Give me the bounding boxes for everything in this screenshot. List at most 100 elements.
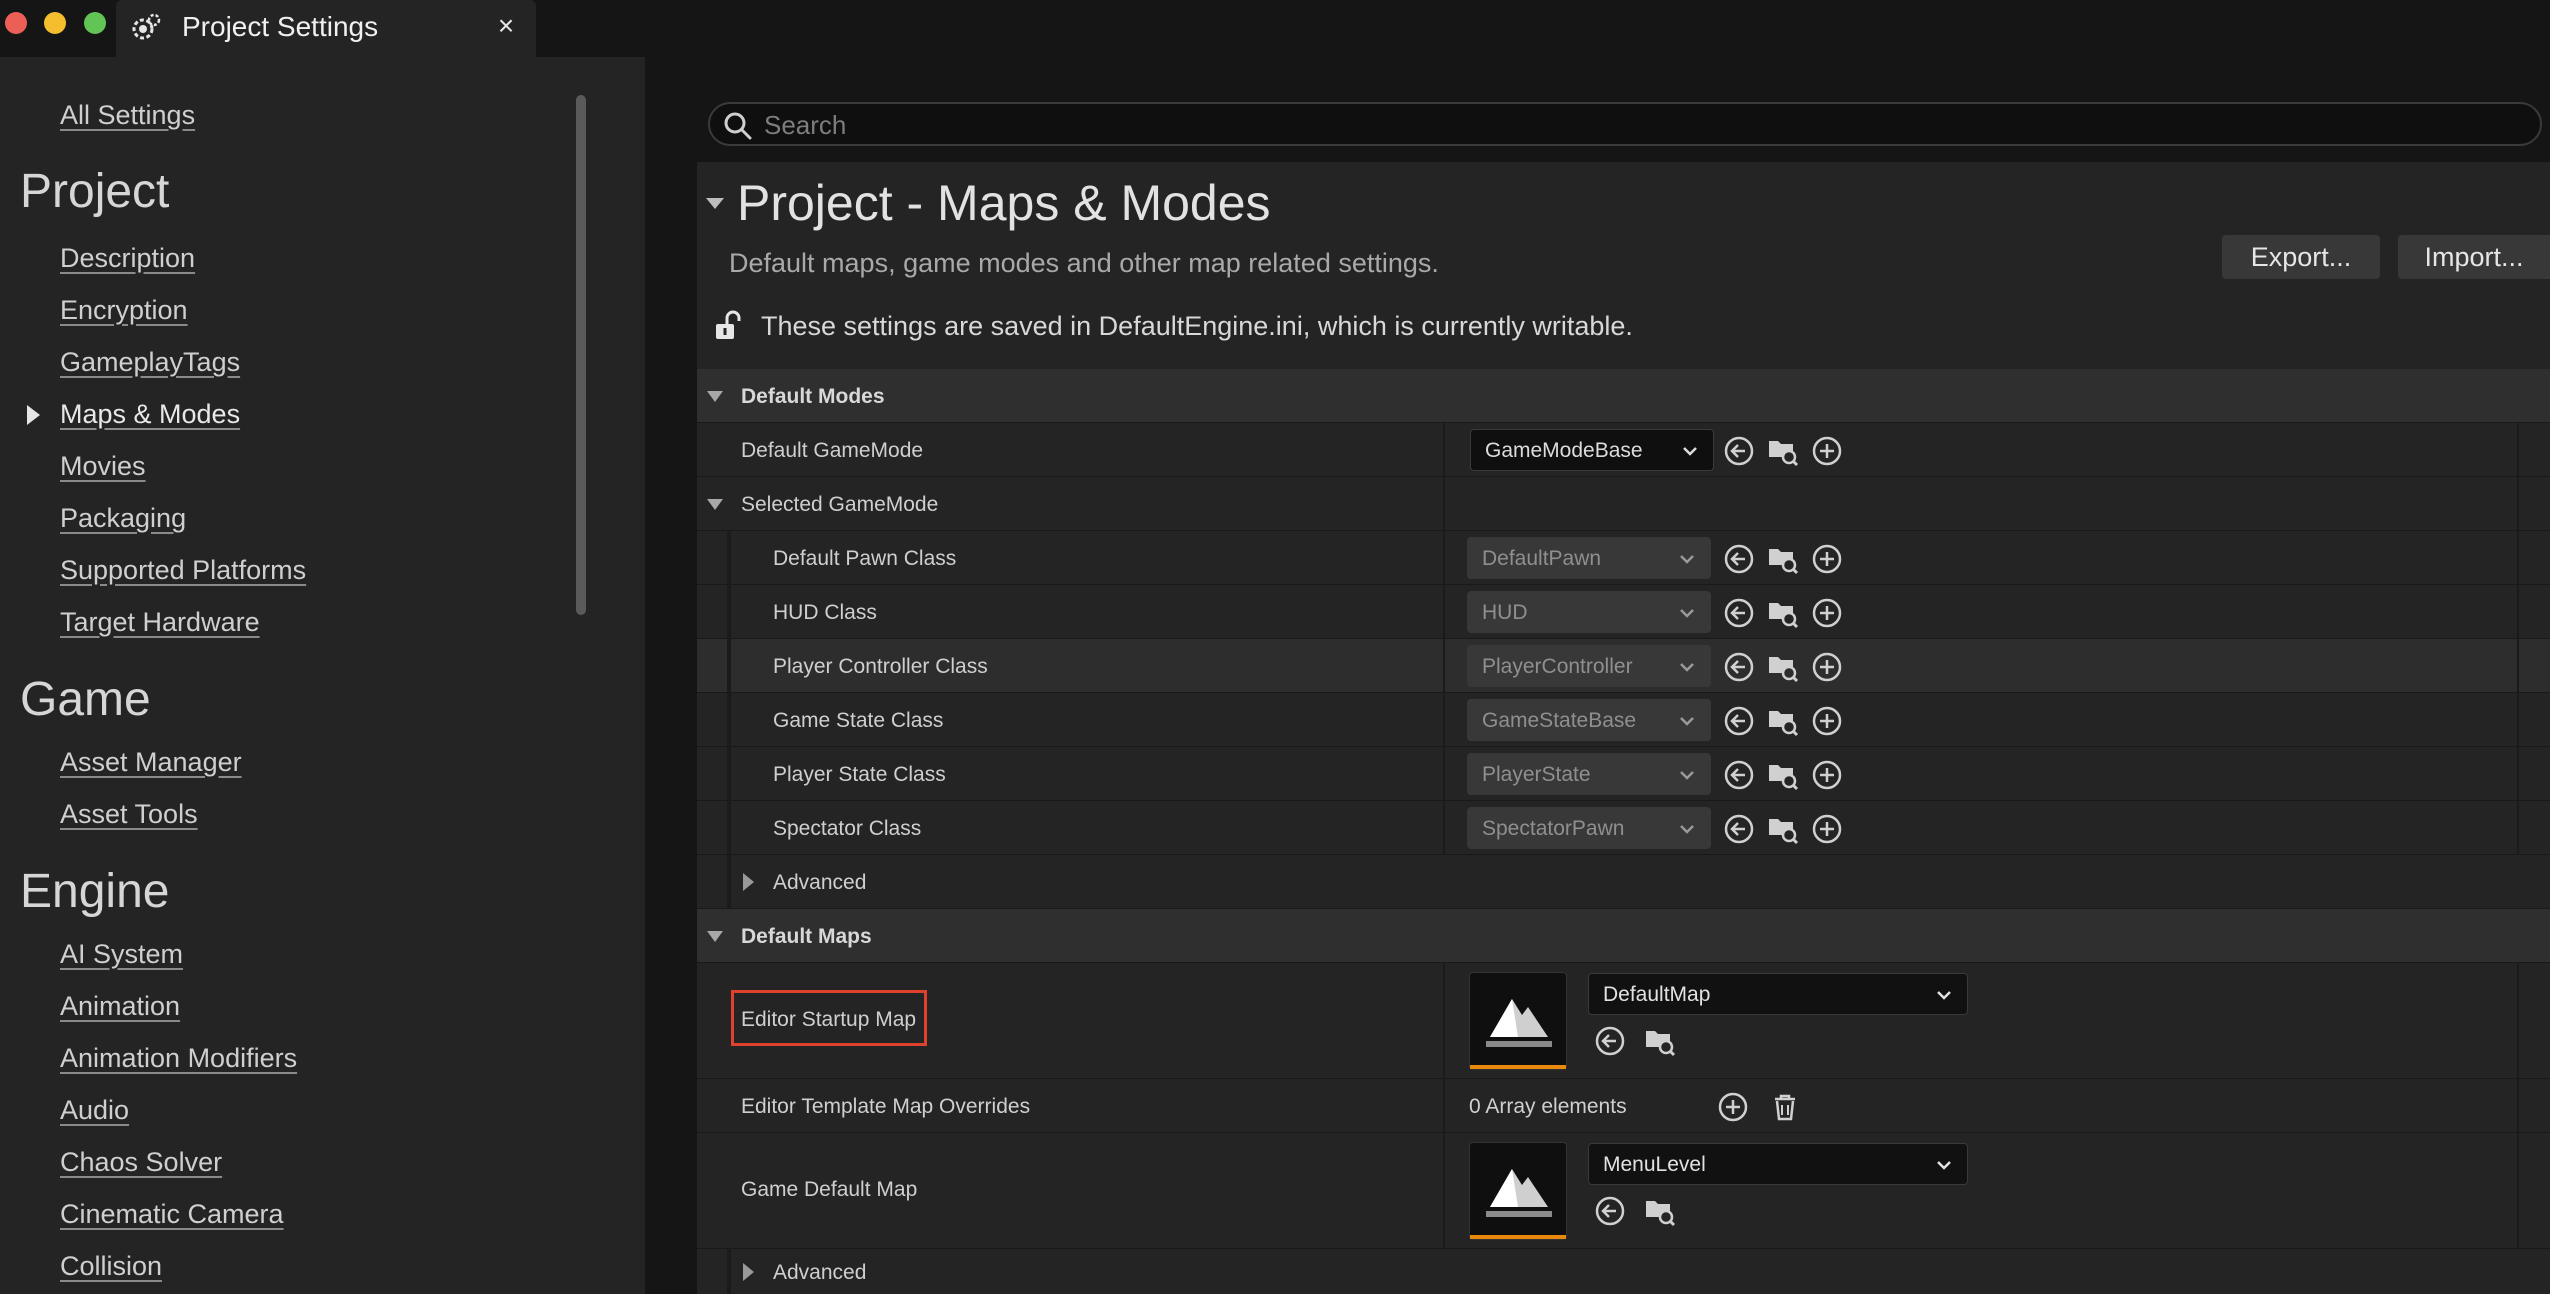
property-row-game-state-class: Game State Class GameStateBase bbox=[697, 693, 2550, 747]
page-title: Project - Maps & Modes bbox=[737, 175, 1271, 231]
browse-folder-icon[interactable] bbox=[1767, 651, 1799, 683]
sidebar-item-asset-tools[interactable]: Asset Tools bbox=[60, 799, 198, 830]
use-selected-arrow-icon[interactable] bbox=[1723, 759, 1755, 791]
use-selected-arrow-icon[interactable] bbox=[1723, 705, 1755, 737]
chevron-down-icon bbox=[1683, 447, 1697, 456]
sidebar-item-supported-platforms[interactable]: Supported Platforms bbox=[60, 555, 306, 586]
chevron-down-icon bbox=[1937, 991, 1951, 1000]
sidebar-item-asset-manager[interactable]: Asset Manager bbox=[60, 747, 242, 778]
sidebar-item-description[interactable]: Description bbox=[60, 243, 195, 274]
property-row-default-pawn-class: Default Pawn Class DefaultPawn bbox=[697, 531, 2550, 585]
sidebar-section-game: Game bbox=[20, 673, 151, 726]
browse-folder-icon[interactable] bbox=[1767, 543, 1799, 575]
use-selected-arrow-icon[interactable] bbox=[1594, 1195, 1626, 1227]
property-label: Default Pawn Class bbox=[773, 547, 957, 570]
add-new-icon[interactable] bbox=[1811, 597, 1843, 629]
map-thumbnail[interactable] bbox=[1469, 1142, 1567, 1240]
spectator-class-dropdown[interactable]: SpectatorPawn bbox=[1467, 807, 1711, 849]
section-default-modes[interactable]: Default Modes bbox=[697, 369, 2550, 423]
config-file-notice: These settings are saved in DefaultEngin… bbox=[761, 311, 1633, 341]
property-label: Spectator Class bbox=[773, 817, 922, 840]
browse-folder-icon[interactable] bbox=[1767, 759, 1799, 791]
browse-folder-icon[interactable] bbox=[1767, 435, 1799, 467]
sidebar-item-packaging[interactable]: Packaging bbox=[60, 503, 186, 534]
browse-folder-icon[interactable] bbox=[1644, 1025, 1676, 1057]
browse-folder-icon[interactable] bbox=[1767, 813, 1799, 845]
property-label: Player State Class bbox=[773, 763, 946, 786]
expand-selected-gamemode-icon[interactable] bbox=[707, 499, 723, 510]
add-new-icon[interactable] bbox=[1811, 435, 1843, 467]
search-input[interactable] bbox=[764, 108, 2464, 142]
game-state-class-dropdown[interactable]: GameStateBase bbox=[1467, 699, 1711, 741]
use-selected-arrow-icon[interactable] bbox=[1723, 435, 1755, 467]
default-gamemode-dropdown[interactable]: GameModeBase bbox=[1470, 429, 1714, 471]
use-selected-arrow-icon[interactable] bbox=[1723, 597, 1755, 629]
property-label: HUD Class bbox=[773, 601, 877, 624]
dropdown-value: HUD bbox=[1482, 601, 1528, 624]
default-pawn-class-dropdown[interactable]: DefaultPawn bbox=[1467, 537, 1711, 579]
expand-default-maps-icon[interactable] bbox=[707, 931, 723, 942]
player-state-class-dropdown[interactable]: PlayerState bbox=[1467, 753, 1711, 795]
settings-search-box[interactable] bbox=[708, 102, 2542, 146]
property-row-selected-gamemode[interactable]: Selected GameMode bbox=[697, 477, 2550, 531]
trash-icon[interactable] bbox=[1769, 1091, 1801, 1123]
tab-project-settings[interactable]: Project Settings × bbox=[116, 0, 536, 57]
sidebar-item-movies[interactable]: Movies bbox=[60, 451, 146, 482]
use-selected-arrow-icon[interactable] bbox=[1723, 813, 1755, 845]
dropdown-value: GameStateBase bbox=[1482, 709, 1637, 732]
browse-folder-icon[interactable] bbox=[1767, 597, 1799, 629]
property-label: Game Default Map bbox=[741, 1178, 918, 1201]
sidebar-item-all-settings[interactable]: All Settings bbox=[60, 100, 195, 131]
minimize-window-button[interactable] bbox=[44, 12, 66, 34]
player-controller-class-dropdown[interactable]: PlayerController bbox=[1467, 645, 1711, 687]
browse-folder-icon[interactable] bbox=[1644, 1195, 1676, 1227]
section-default-maps[interactable]: Default Maps bbox=[697, 909, 2550, 963]
map-thumbnail[interactable] bbox=[1469, 972, 1567, 1070]
add-element-icon[interactable] bbox=[1717, 1091, 1749, 1123]
close-window-button[interactable] bbox=[5, 12, 27, 34]
property-row-advanced-maps[interactable]: Advanced bbox=[697, 1249, 2550, 1294]
use-selected-arrow-icon[interactable] bbox=[1723, 543, 1755, 575]
dropdown-value: GameModeBase bbox=[1485, 439, 1643, 462]
expand-advanced-icon[interactable] bbox=[743, 873, 754, 891]
maximize-window-button[interactable] bbox=[84, 12, 106, 34]
sidebar-item-collision[interactable]: Collision bbox=[60, 1251, 162, 1282]
sidebar-item-chaos-solver[interactable]: Chaos Solver bbox=[60, 1147, 222, 1178]
sidebar-item-gameplaytags[interactable]: GameplayTags bbox=[60, 347, 240, 378]
add-new-icon[interactable] bbox=[1811, 759, 1843, 791]
property-row-editor-startup-map: Editor Startup Map DefaultMap bbox=[697, 963, 2550, 1079]
game-default-map-dropdown[interactable]: MenuLevel bbox=[1588, 1143, 1968, 1185]
add-new-icon[interactable] bbox=[1811, 651, 1843, 683]
export-button[interactable]: Export... bbox=[2222, 235, 2380, 279]
import-button[interactable]: Import... bbox=[2398, 235, 2550, 279]
add-new-icon[interactable] bbox=[1811, 705, 1843, 737]
chevron-down-icon bbox=[1680, 609, 1694, 618]
sidebar-item-target-hardware[interactable]: Target Hardware bbox=[60, 607, 260, 638]
add-new-icon[interactable] bbox=[1811, 543, 1843, 575]
sidebar-item-audio[interactable]: Audio bbox=[60, 1095, 129, 1126]
map-mountain-icon bbox=[1486, 1169, 1552, 1217]
use-selected-arrow-icon[interactable] bbox=[1594, 1025, 1626, 1057]
sidebar-item-cinematic-camera[interactable]: Cinematic Camera bbox=[60, 1199, 284, 1230]
sidebar-item-animation-modifiers[interactable]: Animation Modifiers bbox=[60, 1043, 297, 1074]
property-row-advanced-gamemode[interactable]: Advanced bbox=[697, 855, 2550, 909]
array-count: 0 Array elements bbox=[1469, 1095, 1627, 1118]
add-new-icon[interactable] bbox=[1811, 813, 1843, 845]
expand-default-modes-icon[interactable] bbox=[707, 391, 723, 402]
browse-folder-icon[interactable] bbox=[1767, 705, 1799, 737]
property-label: Default GameMode bbox=[741, 439, 924, 462]
expand-advanced-icon[interactable] bbox=[743, 1263, 754, 1281]
editor-startup-map-dropdown[interactable]: DefaultMap bbox=[1588, 973, 1968, 1015]
sidebar-item-encryption[interactable]: Encryption bbox=[60, 295, 188, 326]
section-title: Default Maps bbox=[741, 925, 872, 948]
sidebar-item-ai-system[interactable]: AI System bbox=[60, 939, 183, 970]
sidebar-item-animation[interactable]: Animation bbox=[60, 991, 180, 1022]
tab-close-icon[interactable]: × bbox=[488, 8, 524, 44]
chevron-down-icon bbox=[1680, 771, 1694, 780]
use-selected-arrow-icon[interactable] bbox=[1723, 651, 1755, 683]
hud-class-dropdown[interactable]: HUD bbox=[1467, 591, 1711, 633]
property-label: Selected GameMode bbox=[741, 493, 939, 516]
sidebar-item-maps-modes[interactable]: Maps & Modes bbox=[60, 399, 240, 430]
sidebar-scrollbar-thumb[interactable] bbox=[576, 95, 586, 615]
collapse-section-icon[interactable] bbox=[706, 198, 724, 209]
